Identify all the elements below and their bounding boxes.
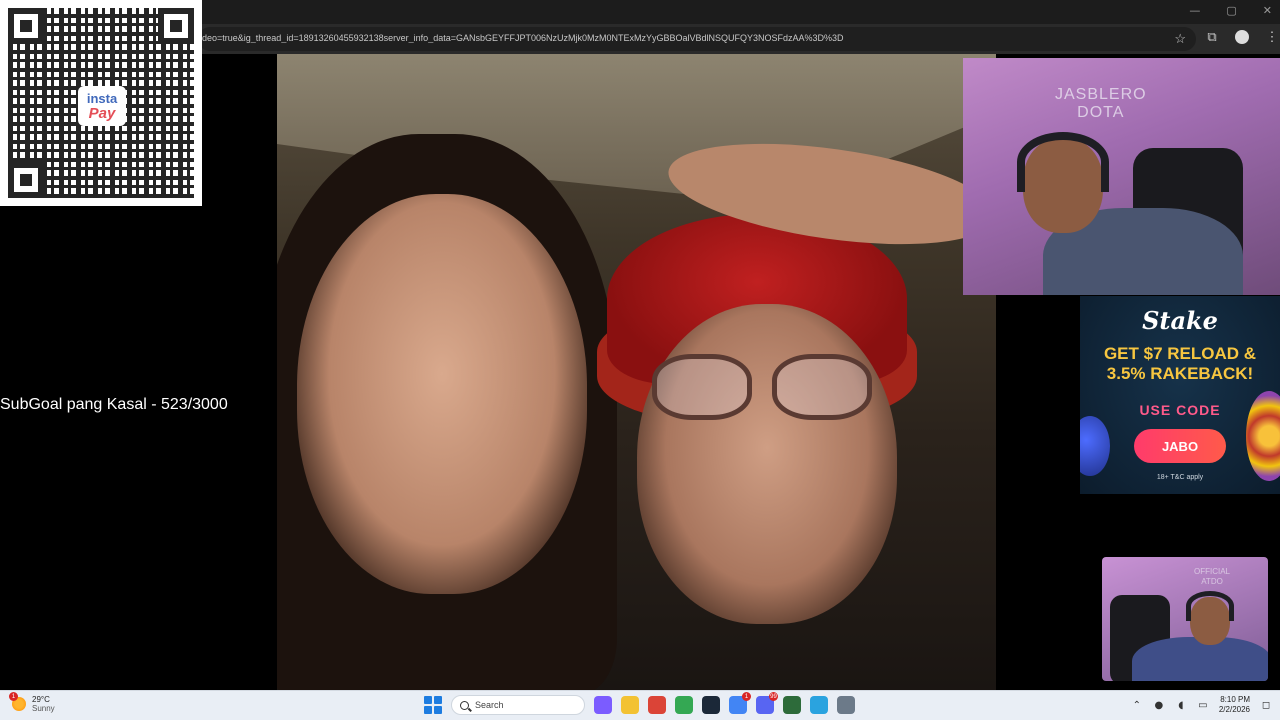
qr-finder-bottom-left [8, 162, 44, 198]
weather-widget[interactable]: 1 29°C Sunny [9, 692, 55, 713]
url-field[interactable]: deo=true&ig_thread_id=18913260455932138s… [198, 27, 1196, 51]
instapay-logo-line1: insta [86, 90, 118, 106]
volume-icon[interactable]: ◖ [1175, 699, 1187, 711]
weather-text: 29°C Sunny [32, 695, 55, 713]
ad-headline: GET $7 RELOAD & 3.5% RAKEBACK! [1080, 344, 1280, 384]
notification-icon[interactable]: ◻ [1260, 699, 1272, 711]
qr-finder-top-right [158, 8, 194, 44]
system-tray: ⌃ ● ◖ ▭ 8:10 PM 2/2/2026 ◻ [1131, 695, 1272, 715]
telegram-icon[interactable] [810, 696, 828, 714]
profile-icon[interactable] [1234, 29, 1250, 45]
streamer-small-body [1132, 637, 1268, 681]
screen: — ▢ ✕ deo=true&ig_thread_id=189132604559… [0, 0, 1280, 720]
extensions-icon[interactable]: ⧉ [1204, 29, 1220, 45]
qr-code: insta Pay [0, 0, 202, 206]
headset-icon [1017, 132, 1109, 192]
webcam-small-feed: OFFICIAL ATDO [1102, 557, 1268, 681]
promo-code-button: JABO [1134, 429, 1226, 463]
neon-sign: JASBLERO DOTA [1055, 86, 1147, 122]
neon-sign-line2: DOTA [1077, 104, 1125, 121]
windows-start-icon[interactable] [424, 696, 442, 714]
steam-icon[interactable] [702, 696, 720, 714]
browser-toolbar-icons: ⧉ ⋮ [1204, 29, 1280, 45]
weather-badge: 1 [9, 692, 18, 701]
ad-code-label: USE CODE [1139, 402, 1221, 418]
close-icon[interactable]: ✕ [1263, 4, 1272, 17]
bookmark-star-icon[interactable]: ☆ [1174, 31, 1186, 47]
chevron-up-icon[interactable]: ⌃ [1131, 699, 1143, 711]
neon-sign-small-line1: OFFICIAL [1194, 567, 1231, 576]
subgoal-text: SubGoal pang Kasal - 523/3000 [0, 396, 228, 413]
clock[interactable]: 8:10 PM 2/2/2026 [1219, 695, 1250, 715]
discord-badge: 99 [769, 692, 778, 701]
taskbar-apps: Search 1 99 [424, 692, 855, 715]
search-icon [460, 700, 469, 710]
minimize-icon[interactable]: — [1189, 4, 1200, 17]
instapay-logo-line2: Pay [88, 104, 116, 122]
neon-sign-small: OFFICIAL ATDO [1194, 567, 1230, 587]
neon-sign-line1: JASBLERO [1055, 86, 1147, 103]
chrome-icon[interactable] [648, 696, 666, 714]
main-video [277, 54, 996, 690]
clock-date: 2/2/2026 [1218, 705, 1250, 714]
chrome-3-badge: 1 [742, 692, 751, 701]
taskbar: 1 29°C Sunny Search 1 99 ⌃ ● ◖ ▭ 8:10 PM … [0, 690, 1280, 720]
chrome-icon-3[interactable]: 1 [729, 692, 751, 714]
stake-logo: Stake [1142, 306, 1218, 335]
tool-icon[interactable] [837, 696, 855, 714]
battery-icon[interactable]: ▭ [1197, 699, 1209, 711]
streamer [1003, 132, 1243, 295]
person-left-face [297, 194, 587, 594]
person-right-face [637, 304, 897, 624]
sun-icon: 1 [9, 692, 26, 711]
chrome-icon-2[interactable] [675, 696, 693, 714]
file-explorer-icon[interactable] [621, 696, 639, 714]
ad-headline-line1: GET $7 RELOAD & [1103, 344, 1257, 363]
copilot-icon[interactable] [594, 696, 612, 714]
app-icon[interactable] [783, 696, 801, 714]
glasses [652, 354, 882, 424]
webcam-feed: JASBLERO DOTA [963, 58, 1280, 295]
url-text[interactable]: deo=true&ig_thread_id=18913260455932138s… [202, 33, 1102, 43]
weather-desc: Sunny [32, 704, 55, 713]
weather-temp: 29°C [32, 695, 50, 704]
menu-icon[interactable]: ⋮ [1264, 29, 1280, 45]
qr-pattern: insta Pay [8, 8, 194, 198]
taskbar-search[interactable]: Search [451, 695, 585, 715]
restore-icon[interactable]: ▢ [1226, 4, 1236, 17]
window-controls: — ▢ ✕ [1189, 4, 1272, 17]
clock-time: 8:10 PM [1220, 695, 1250, 704]
instapay-logo: insta Pay [78, 86, 126, 126]
qr-finder-top-left [8, 8, 44, 44]
search-label: Search [475, 700, 504, 710]
microphone-icon[interactable]: ● [1153, 699, 1165, 711]
ad-fine-print: 18+ T&C apply [1156, 474, 1204, 481]
ball-graphic [1080, 416, 1110, 476]
stake-ad: Stake GET $7 RELOAD & 3.5% RAKEBACK! USE… [1080, 296, 1280, 494]
pinned-apps: 1 99 [594, 692, 855, 714]
ad-headline-line2: 3.5% RAKEBACK! [1106, 364, 1254, 383]
headset-small-icon [1186, 591, 1234, 621]
discord-icon[interactable]: 99 [756, 692, 778, 714]
neon-sign-small-line2: ATDO [1201, 577, 1223, 586]
